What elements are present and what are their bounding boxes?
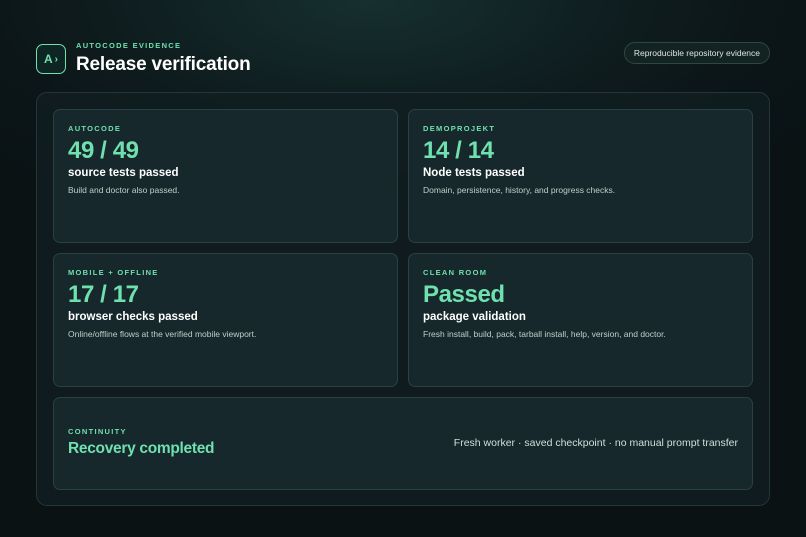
card-value: Recovery completed (68, 440, 215, 457)
card-description: Fresh install, build, pack, tarball inst… (423, 329, 666, 339)
verification-panel: AUTOCODE 49 / 49 source tests passed Bui… (36, 92, 770, 506)
card-description: Build and doctor also passed. (68, 185, 180, 195)
card-clean-room: CLEAN ROOM Passed package validation Fre… (408, 253, 753, 387)
card-subtitle: Node tests passed (423, 167, 525, 179)
card-label: CONTINUITY (68, 427, 127, 436)
card-subtitle: source tests passed (68, 167, 179, 179)
card-subtitle: package validation (423, 311, 526, 323)
card-label: AUTOCODE (68, 124, 122, 133)
card-description: Domain, persistence, history, and progre… (423, 185, 616, 195)
card-description: Online/offline flows at the verified mob… (68, 329, 257, 339)
card-continuity: CONTINUITY Recovery completed Fresh work… (53, 397, 753, 490)
evidence-badge: Reproducible repository evidence (623, 42, 770, 64)
card-label: CLEAN ROOM (423, 268, 488, 277)
card-value: 14 / 14 (423, 137, 494, 164)
card-subtitle: browser checks passed (68, 311, 198, 323)
card-value: 17 / 17 (68, 281, 139, 308)
card-autocode: AUTOCODE 49 / 49 source tests passed Bui… (53, 109, 398, 243)
app-logo-icon: A › (36, 44, 66, 74)
card-value: 49 / 49 (68, 137, 139, 164)
page-header: A › AUTOCODE EVIDENCE Release verificatio… (36, 41, 770, 77)
card-value: Passed (423, 281, 505, 308)
card-label: MOBILE + OFFLINE (68, 268, 159, 277)
page-title: Release verification (76, 54, 251, 75)
card-mobile-offline: MOBILE + OFFLINE 17 / 17 browser checks … (53, 253, 398, 387)
card-demoprojekt: DEMOPROJEKT 14 / 14 Node tests passed Do… (408, 109, 753, 243)
page-eyebrow: AUTOCODE EVIDENCE (76, 41, 182, 50)
card-label: DEMOPROJEKT (423, 124, 496, 133)
card-detail: Fresh worker · saved checkpoint · no man… (453, 437, 738, 449)
chevron-right-icon: › (54, 53, 58, 65)
